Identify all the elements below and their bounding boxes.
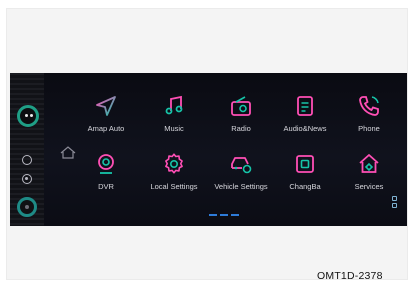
- audio-news-icon: [297, 96, 313, 116]
- app-vehicle-settings[interactable]: Vehicle Settings: [206, 152, 276, 191]
- user-avatar-button[interactable]: [17, 105, 39, 127]
- app-amap-auto[interactable]: Amap Auto: [71, 94, 141, 133]
- page-dot: [209, 214, 217, 216]
- side-panel: [10, 73, 44, 226]
- app-label: Audio&News: [283, 124, 327, 133]
- car-settings-icon: [231, 157, 252, 174]
- app-label: DVR: [98, 182, 114, 191]
- infotainment-screen: Amap Auto Music Radio Audio&News Phone D…: [10, 73, 407, 226]
- app-label: Radio: [231, 124, 251, 133]
- dvr-camera-icon: [98, 154, 114, 174]
- app-label: Vehicle Settings: [214, 182, 268, 191]
- page-dot: [220, 214, 228, 216]
- radio-icon: [231, 96, 251, 116]
- gear-icon: [165, 153, 183, 174]
- power-button[interactable]: [17, 197, 37, 217]
- page-indicator: [209, 214, 239, 217]
- app-music[interactable]: Music: [139, 94, 209, 133]
- page-dot: [231, 214, 239, 216]
- app-label: Local Settings: [150, 182, 198, 191]
- target-icon[interactable]: [22, 174, 32, 184]
- figure-caption: OMT1D-2378: [317, 270, 383, 282]
- app-changba[interactable]: ChangBa: [270, 152, 340, 191]
- app-label: Music: [164, 124, 184, 133]
- app-phone[interactable]: Phone: [334, 94, 404, 133]
- navigation-arrow-icon: [96, 96, 116, 116]
- scroll-mark: [392, 196, 397, 201]
- scroll-mark: [392, 203, 397, 208]
- app-label: Amap Auto: [87, 124, 125, 133]
- app-local-settings[interactable]: Local Settings: [139, 152, 209, 191]
- app-label: ChangBa: [289, 182, 321, 191]
- settings-dial-icon[interactable]: [22, 155, 32, 165]
- changba-icon: [296, 155, 314, 173]
- app-audio-news[interactable]: Audio&News: [270, 94, 340, 133]
- scroll-indicator: [390, 194, 398, 210]
- app-dvr[interactable]: DVR: [71, 152, 141, 191]
- app-radio[interactable]: Radio: [206, 94, 276, 133]
- app-label: Services: [354, 182, 384, 191]
- services-home-icon: [359, 154, 379, 173]
- music-note-icon: [165, 95, 183, 115]
- app-services[interactable]: Services: [334, 152, 404, 191]
- app-label: Phone: [358, 124, 380, 133]
- phone-icon: [359, 96, 379, 116]
